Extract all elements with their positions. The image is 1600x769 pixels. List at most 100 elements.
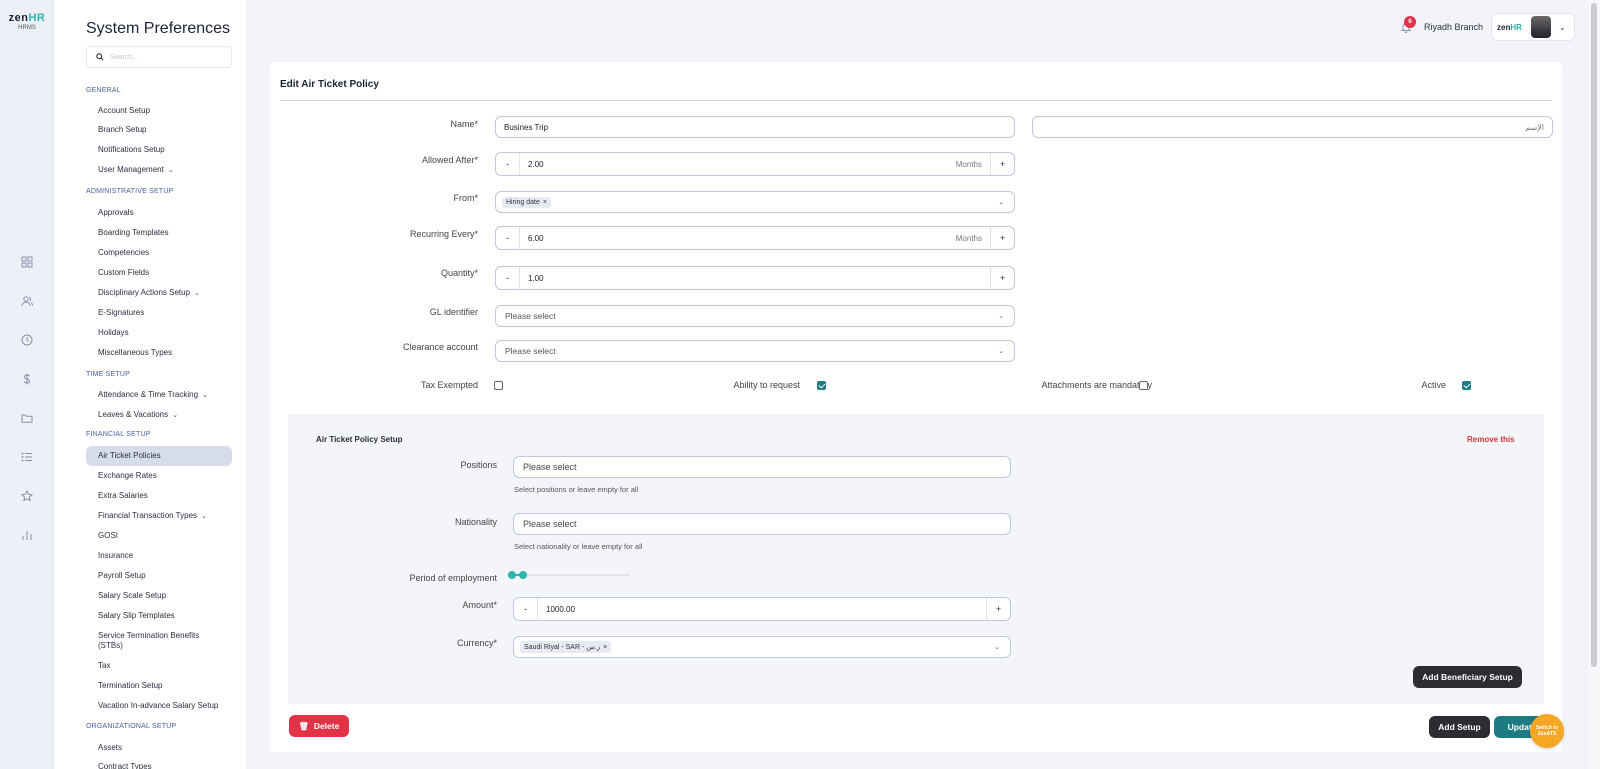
sidebar-item-custom-fields[interactable]: Custom Fields: [86, 263, 232, 283]
gl-select[interactable]: Please select ⌄: [495, 305, 1015, 327]
recurring-label: Recurring Every*: [409, 229, 478, 239]
trash-icon: 🗑: [298, 721, 309, 731]
sidebar-item-holidays[interactable]: Holidays: [86, 323, 232, 343]
settings-sidebar: System Preferences GENERAL Account Setup…: [54, 0, 246, 769]
increment-button[interactable]: +: [990, 267, 1014, 289]
sidebar-item-assets[interactable]: Assets: [86, 738, 232, 758]
notification-badge: 6: [1404, 16, 1416, 28]
decrement-button[interactable]: -: [496, 227, 520, 249]
switch-to-zenats-button[interactable]: Switch to ZenATS: [1530, 714, 1564, 748]
increment-button[interactable]: +: [986, 598, 1010, 620]
sidebar-item-service-termination-benefits[interactable]: Service Termination Benefits (STBs): [86, 630, 226, 652]
decrement-button[interactable]: -: [496, 267, 520, 289]
setup-title: Air Ticket Policy Setup: [316, 435, 403, 444]
nationality-select[interactable]: Please select: [513, 513, 1011, 535]
branch-selector[interactable]: Riyadh Branch: [1424, 22, 1483, 32]
folder-icon[interactable]: [17, 408, 37, 428]
attachments-checkbox[interactable]: [1139, 381, 1148, 390]
users-icon[interactable]: [17, 291, 37, 311]
chevron-down-icon: ⌄: [202, 392, 208, 399]
increment-button[interactable]: +: [990, 153, 1014, 175]
close-icon[interactable]: ×: [603, 644, 607, 651]
active-checkbox[interactable]: [1462, 381, 1471, 390]
currency-select[interactable]: Saudi Riyal - SAR - ر.س × ⌄: [513, 636, 1011, 658]
sidebar-item-gosi[interactable]: GOSI: [86, 526, 232, 546]
sidebar-item-air-ticket-policies[interactable]: Air Ticket Policies: [86, 446, 232, 466]
gl-placeholder: Please select: [505, 311, 556, 321]
grid-icon[interactable]: [17, 252, 37, 272]
sidebar-item-insurance[interactable]: Insurance: [86, 546, 232, 566]
slider-handle-min[interactable]: [508, 571, 516, 579]
user-menu[interactable]: zenHR ⌄: [1491, 13, 1575, 41]
sidebar-item-payroll-setup[interactable]: Payroll Setup: [86, 566, 232, 586]
sidebar-item-e-signatures[interactable]: E-Signatures: [86, 303, 232, 323]
slider-handle-max[interactable]: [519, 571, 527, 579]
delete-button[interactable]: 🗑 Delete: [289, 715, 349, 737]
sidebar-item-disciplinary-actions[interactable]: Disciplinary Actions Setup ⌄: [86, 283, 232, 303]
from-select[interactable]: Hiring date × ⌄: [495, 191, 1015, 213]
quantity-input[interactable]: [528, 273, 990, 283]
clearance-select[interactable]: Please select ⌄: [495, 340, 1015, 362]
chevron-down-icon: ⌄: [1559, 22, 1566, 32]
sidebar-item-exchange-rates[interactable]: Exchange Rates: [86, 466, 232, 486]
recurring-input[interactable]: [528, 233, 956, 243]
sidebar-item-notifications-setup[interactable]: Notifications Setup: [86, 140, 232, 160]
amount-input[interactable]: [546, 604, 986, 614]
list-icon[interactable]: [17, 447, 37, 467]
tax-exempted-checkbox[interactable]: [494, 381, 503, 390]
add-setup-button[interactable]: Add Setup: [1429, 716, 1490, 738]
sidebar-item-leaves[interactable]: Leaves & Vacations ⌄: [86, 405, 232, 425]
positions-select[interactable]: Please select: [513, 456, 1011, 478]
name-field[interactable]: [495, 116, 1015, 138]
sidebar-item-competencies[interactable]: Competencies: [86, 243, 232, 263]
remove-setup-link[interactable]: Remove this: [1467, 435, 1515, 444]
dollar-icon[interactable]: [17, 369, 37, 389]
increment-button[interactable]: +: [990, 227, 1014, 249]
sidebar-item-boarding-templates[interactable]: Boarding Templates: [86, 223, 232, 243]
sidebar-item-tax[interactable]: Tax: [86, 656, 232, 676]
allowed-after-input[interactable]: [528, 159, 956, 169]
star-icon[interactable]: [17, 486, 37, 506]
selected-tag: Saudi Riyal - SAR - ر.س ×: [520, 641, 612, 653]
chevron-down-icon: ⌄: [201, 513, 207, 520]
add-beneficiary-button[interactable]: Add Beneficiary Setup: [1413, 666, 1522, 688]
sidebar-item-extra-salaries[interactable]: Extra Salaries: [86, 486, 232, 506]
sidebar-search-input[interactable]: [110, 53, 220, 61]
recurring-stepper[interactable]: - Months +: [495, 226, 1015, 250]
sidebar-item-vacation-in-advance[interactable]: Vacation In-advance Salary Setup: [86, 696, 232, 716]
amount-stepper[interactable]: - +: [513, 597, 1011, 621]
sidebar-item-account-setup[interactable]: Account Setup: [86, 101, 232, 121]
decrement-button[interactable]: -: [496, 153, 520, 175]
name-input[interactable]: [504, 122, 994, 132]
sidebar-item-salary-scale-setup[interactable]: Salary Scale Setup: [86, 586, 232, 606]
period-label: Period of employment: [409, 573, 497, 583]
allowed-after-stepper[interactable]: - Months +: [495, 152, 1015, 176]
chevron-down-icon: ⌄: [194, 290, 200, 297]
sidebar-item-label: Financial Transaction Types: [98, 511, 198, 520]
nationality-placeholder: Please select: [523, 519, 577, 529]
quantity-stepper[interactable]: - +: [495, 266, 1015, 290]
scrollbar-thumb[interactable]: [1591, 3, 1597, 667]
sidebar-item-contract-types[interactable]: Contract Types: [86, 757, 232, 769]
clock-icon[interactable]: [17, 330, 37, 350]
sidebar-search[interactable]: [86, 46, 232, 68]
sidebar-item-miscellaneous-types[interactable]: Miscellaneous Types: [86, 343, 232, 363]
sidebar-item-branch-setup[interactable]: Branch Setup: [86, 120, 232, 140]
zenhr-logo[interactable]: zenHR HRMS: [0, 12, 54, 31]
bar-chart-icon[interactable]: [17, 525, 37, 545]
sidebar-item-termination-setup[interactable]: Termination Setup: [86, 676, 232, 696]
name-ar-input[interactable]: [1054, 122, 1544, 132]
sidebar-item-user-management[interactable]: User Management ⌄: [86, 160, 232, 180]
decrement-button[interactable]: -: [514, 598, 538, 620]
close-icon[interactable]: ×: [543, 199, 547, 206]
sidebar-item-financial-transaction-types[interactable]: Financial Transaction Types ⌄: [86, 506, 232, 526]
sidebar-item-label: User Management: [98, 165, 164, 174]
sidebar-item-attendance[interactable]: Attendance & Time Tracking ⌄: [86, 385, 232, 405]
positions-hint: Select positions or leave empty for all: [514, 485, 639, 494]
sidebar-item-approvals[interactable]: Approvals: [86, 203, 232, 223]
name-ar-field[interactable]: [1032, 116, 1553, 138]
sidebar-item-salary-slip-templates[interactable]: Salary Slip Templates: [86, 606, 232, 626]
ability-checkbox[interactable]: [817, 381, 826, 390]
page-scrollbar[interactable]: [1588, 0, 1600, 769]
positions-label: Positions: [460, 460, 497, 470]
